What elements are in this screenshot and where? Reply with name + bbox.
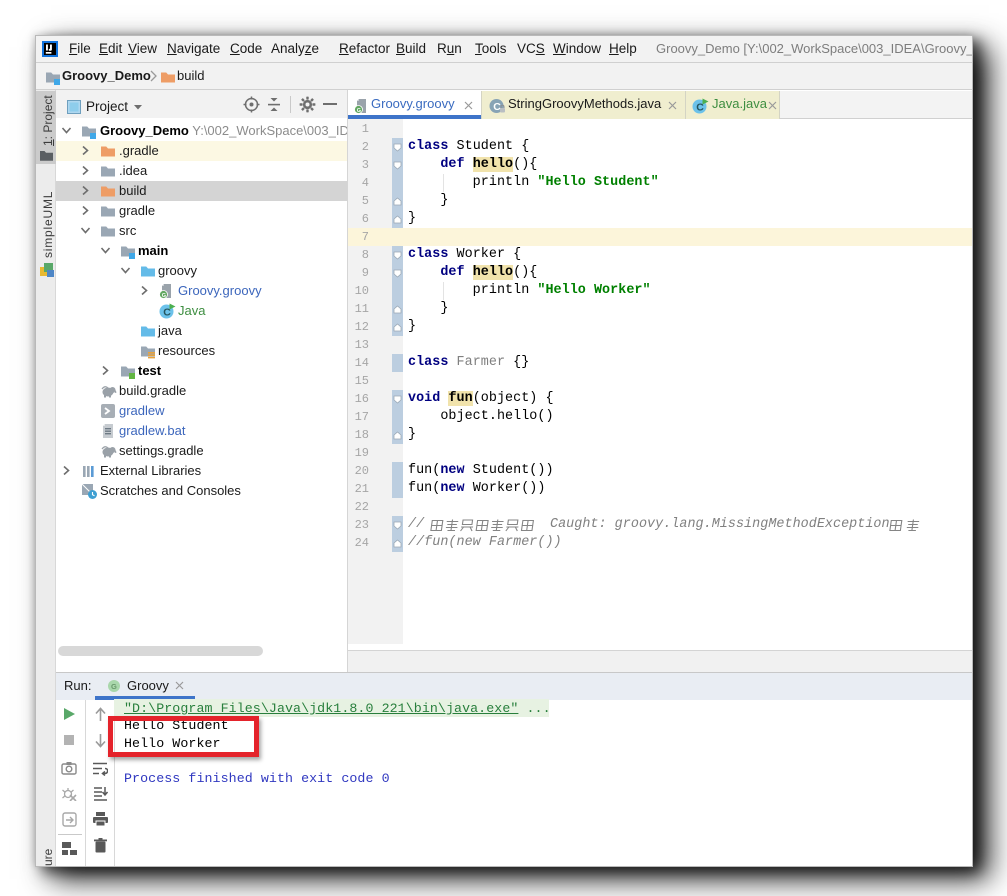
svg-text:G: G — [162, 293, 166, 299]
svg-text:G: G — [111, 682, 117, 691]
svg-text:G: G — [357, 108, 361, 114]
